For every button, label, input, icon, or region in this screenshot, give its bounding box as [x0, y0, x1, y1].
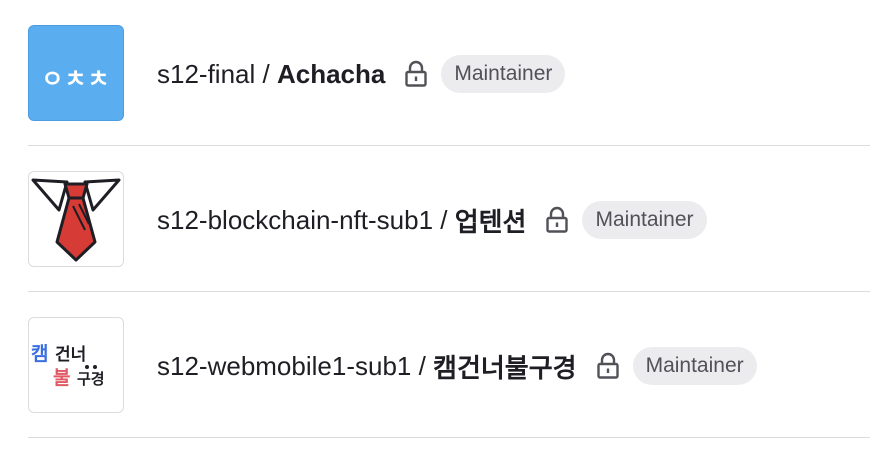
project-namespace[interactable]: s12-final: [157, 59, 255, 90]
project-name[interactable]: 업텐션: [455, 202, 527, 239]
project-namespace[interactable]: s12-blockchain-nft-sub1: [157, 205, 433, 236]
tie-icon: [31, 178, 121, 262]
project-title[interactable]: s12-blockchain-nft-sub1 / 업텐션 Maintainer: [157, 201, 707, 239]
project-avatar[interactable]: [28, 171, 124, 267]
project-row[interactable]: 캠 건너 불 구경 s12-webmobile1-sub1 / 캠건너불구경 M…: [28, 292, 870, 438]
lock-icon: [596, 352, 619, 379]
svg-text:캠: 캠: [31, 343, 48, 365]
project-row[interactable]: s12-blockchain-nft-sub1 / 업텐션 Maintainer: [28, 146, 870, 292]
svg-text:건너: 건너: [55, 345, 86, 365]
project-name[interactable]: Achacha: [277, 59, 385, 90]
lock-icon: [405, 60, 428, 87]
path-separator: /: [411, 350, 434, 381]
svg-text:불: 불: [53, 367, 70, 389]
role-badge: Maintainer: [441, 55, 566, 93]
role-badge: Maintainer: [632, 347, 757, 385]
project-title[interactable]: s12-final / Achacha Maintainer: [157, 55, 566, 93]
lock-icon: [546, 206, 569, 233]
role-badge: Maintainer: [582, 201, 707, 239]
path-separator: /: [433, 204, 455, 235]
project-namespace[interactable]: s12-webmobile1-sub1: [157, 351, 411, 382]
project-row[interactable]: ㅇㅊㅊ s12-final / Achacha Maintainer: [28, 0, 870, 146]
path-separator: /: [255, 58, 277, 89]
project-avatar[interactable]: 캠 건너 불 구경: [28, 317, 124, 413]
project-title[interactable]: s12-webmobile1-sub1 / 캠건너불구경 Maintainer: [157, 347, 757, 385]
project-name[interactable]: 캠건너불구경: [433, 348, 577, 385]
project-avatar[interactable]: ㅇㅊㅊ: [28, 25, 124, 121]
project-list: ㅇㅊㅊ s12-final / Achacha Maintainer s12-b…: [0, 0, 870, 450]
logo-image: 캠 건너 불 구경: [31, 343, 105, 389]
svg-text:구경: 구경: [77, 370, 105, 388]
avatar-initials: ㅇㅊㅊ: [41, 66, 111, 93]
